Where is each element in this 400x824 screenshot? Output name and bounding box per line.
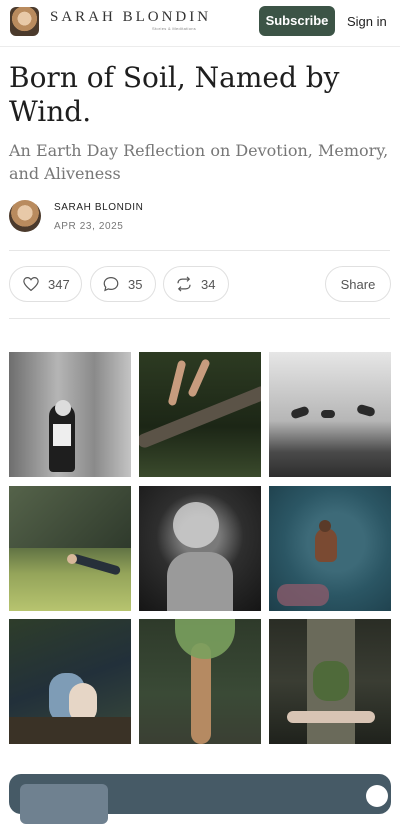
like-count: 347 xyxy=(48,276,70,292)
divider xyxy=(9,318,390,319)
audio-embed-card[interactable] xyxy=(9,774,391,824)
like-button[interactable]: 347 xyxy=(9,266,82,302)
spotify-icon[interactable] xyxy=(366,785,388,807)
restack-button[interactable]: 34 xyxy=(163,266,229,302)
comment-button[interactable]: 35 xyxy=(90,266,156,302)
photo-person-lying-on-hill[interactable] xyxy=(9,486,131,611)
restack-count: 34 xyxy=(201,276,216,292)
photo-braid-with-leaves[interactable] xyxy=(139,619,261,744)
photo-woman-in-water[interactable] xyxy=(269,486,391,611)
sign-in-link[interactable]: Sign in xyxy=(347,14,387,29)
photo-legs-on-tree-branch[interactable] xyxy=(139,352,261,477)
post-title: Born of Soil, Named by Wind. xyxy=(9,61,340,128)
share-label: Share xyxy=(340,276,376,292)
heart-icon xyxy=(23,277,39,292)
site-header: SARAH BLONDIN Stories & Meditations Subs… xyxy=(0,0,400,47)
post-date: APR 23, 2025 xyxy=(54,221,124,232)
photo-child-in-tall-grass[interactable] xyxy=(9,352,131,477)
speech-bubble-icon xyxy=(103,277,119,292)
divider xyxy=(9,250,390,251)
embed-thumbnail xyxy=(20,784,108,824)
subscribe-button[interactable]: Subscribe xyxy=(259,6,335,36)
photo-light-on-child-face[interactable] xyxy=(139,486,261,611)
comment-count: 35 xyxy=(128,276,143,292)
share-button[interactable]: Share xyxy=(325,266,391,302)
photo-hands-hugging-tree[interactable] xyxy=(269,619,391,744)
repeat-arrows-icon xyxy=(177,276,191,292)
photo-embrace-among-roots[interactable] xyxy=(9,619,131,744)
publication-logo[interactable] xyxy=(10,7,39,36)
author-avatar[interactable] xyxy=(9,200,41,232)
author-name[interactable]: SARAH BLONDIN xyxy=(54,202,144,213)
publication-tagline: Stories & Meditations xyxy=(152,26,197,31)
post-subtitle: An Earth Day Reflection on Devotion, Mem… xyxy=(9,141,389,183)
publication-name[interactable]: SARAH BLONDIN xyxy=(50,9,211,26)
photo-foxes-in-field[interactable] xyxy=(269,352,391,477)
